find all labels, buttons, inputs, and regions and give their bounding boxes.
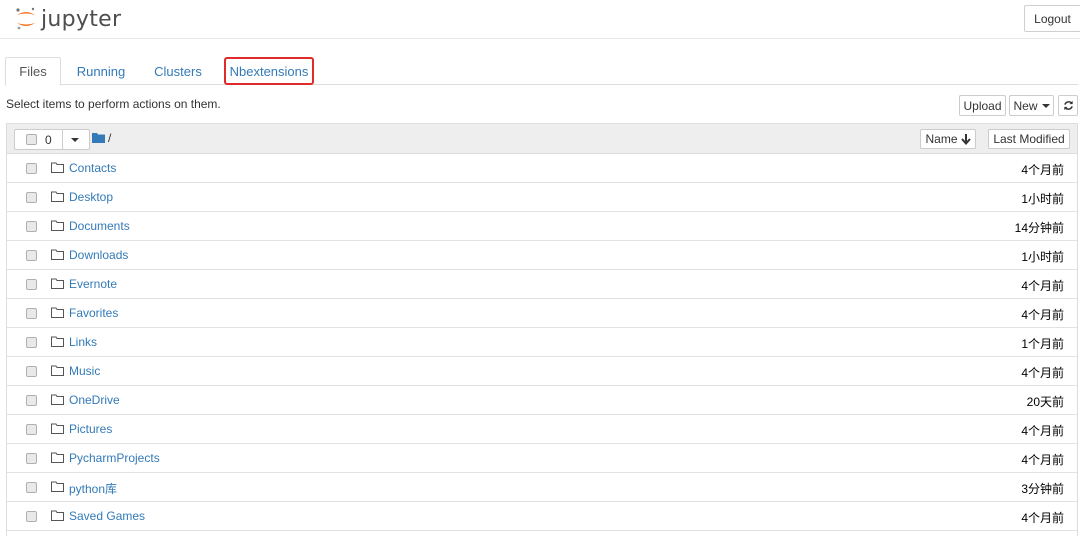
last-modified: 4个月前 [1021, 453, 1064, 467]
table-row[interactable]: Saved Games 4个月前 [7, 502, 1077, 531]
chevron-down-icon [1041, 103, 1050, 108]
file-name-link[interactable]: Favorites [69, 306, 118, 320]
row-checkbox[interactable] [26, 308, 37, 319]
last-modified: 1小时前 [1021, 192, 1064, 206]
file-name-link[interactable]: Pictures [69, 422, 112, 436]
file-name-link[interactable]: Documents [69, 219, 130, 233]
row-checkbox[interactable] [26, 163, 37, 174]
tab-bar: Files Running Clusters Nbextensions [5, 57, 1078, 86]
upload-button[interactable]: Upload [959, 95, 1006, 116]
table-row[interactable]: PycharmProjects 4个月前 [7, 444, 1077, 473]
last-modified: 4个月前 [1021, 279, 1064, 293]
file-name-link[interactable]: Contacts [69, 161, 116, 175]
table-row[interactable]: Music 4个月前 [7, 357, 1077, 386]
new-button[interactable]: New [1009, 95, 1054, 116]
file-name-link[interactable]: Evernote [69, 277, 117, 291]
refresh-icon [1063, 100, 1073, 111]
table-row[interactable]: Pictures 4个月前 [7, 415, 1077, 444]
arrow-down-icon [960, 133, 971, 145]
tab-running[interactable]: Running [69, 57, 133, 85]
select-all-dropdown[interactable]: 0 [14, 129, 90, 150]
logo-text: jupyter [41, 6, 122, 32]
last-modified: 4个月前 [1021, 511, 1064, 525]
last-modified: 4个月前 [1021, 163, 1064, 177]
row-checkbox[interactable] [26, 453, 37, 464]
jupyter-logo-icon [16, 7, 35, 30]
folder-icon [51, 336, 64, 347]
folder-icon [51, 307, 64, 318]
new-button-label: New [1013, 98, 1038, 113]
table-row[interactable]: Contacts 4个月前 [7, 154, 1077, 183]
sort-name-label: Name [925, 132, 958, 146]
table-row[interactable]: Evernote 4个月前 [7, 270, 1077, 299]
jupyter-logo[interactable]: jupyter [15, 5, 121, 33]
sort-by-name-button[interactable]: Name [920, 129, 976, 149]
row-checkbox[interactable] [26, 424, 37, 435]
chevron-down-icon[interactable] [71, 138, 79, 142]
folder-icon [51, 365, 64, 376]
file-name-link[interactable]: Music [69, 364, 100, 378]
tab-clusters[interactable]: Clusters [145, 57, 211, 85]
file-name-link[interactable]: Links [69, 335, 97, 349]
file-name-link[interactable]: Downloads [69, 248, 128, 262]
file-name-link[interactable]: Desktop [69, 190, 113, 204]
table-row[interactable]: Downloads 1小时前 [7, 241, 1077, 270]
row-checkbox[interactable] [26, 192, 37, 203]
folder-icon [51, 191, 64, 202]
last-modified: 14分钟前 [1014, 221, 1064, 235]
folder-icon [51, 423, 64, 434]
dropdown-divider [62, 130, 63, 149]
logout-button[interactable]: Logout [1024, 5, 1080, 32]
row-checkbox[interactable] [26, 279, 37, 290]
folder-icon [51, 452, 64, 463]
file-name-link[interactable]: Saved Games [69, 509, 145, 523]
last-modified: 20天前 [1026, 395, 1064, 409]
table-row[interactable]: python库 3分钟前 [7, 473, 1077, 502]
folder-icon [51, 249, 64, 260]
breadcrumb-path[interactable]: / [108, 131, 111, 145]
header: jupyter Logout [0, 0, 1080, 39]
table-row[interactable]: Desktop 1小时前 [7, 183, 1077, 212]
row-checkbox[interactable] [26, 482, 37, 493]
file-name-link[interactable]: OneDrive [69, 393, 120, 407]
select-all-checkbox[interactable] [26, 134, 37, 145]
last-modified: 4个月前 [1021, 308, 1064, 322]
file-name-link[interactable]: python库 [69, 480, 117, 497]
row-checkbox[interactable] [26, 366, 37, 377]
row-checkbox[interactable] [26, 250, 37, 261]
folder-icon[interactable] [92, 132, 105, 143]
folder-icon [51, 220, 64, 231]
row-checkbox[interactable] [26, 337, 37, 348]
table-row[interactable]: OneDrive 20天前 [7, 386, 1077, 415]
tab-nbextensions[interactable]: Nbextensions [224, 57, 314, 85]
last-modified: 3分钟前 [1021, 482, 1064, 496]
folder-icon [51, 510, 64, 521]
table-row[interactable]: Links 1个月前 [7, 328, 1077, 357]
row-checkbox[interactable] [26, 395, 37, 406]
last-modified: 4个月前 [1021, 424, 1064, 438]
folder-icon [51, 481, 64, 492]
file-name-link[interactable]: PycharmProjects [69, 451, 160, 465]
folder-icon [51, 394, 64, 405]
last-modified: 1个月前 [1021, 337, 1064, 351]
refresh-button[interactable] [1058, 95, 1078, 116]
sort-by-modified-button[interactable]: Last Modified [988, 129, 1070, 149]
table-row[interactable]: Documents 14分钟前 [7, 212, 1077, 241]
table-row[interactable]: Favorites 4个月前 [7, 299, 1077, 328]
folder-icon [51, 278, 64, 289]
row-checkbox[interactable] [26, 221, 37, 232]
file-list-header: 0 / Name Last Modified [7, 124, 1077, 154]
instructions-text: Select items to perform actions on them. [6, 97, 221, 111]
last-modified: 4个月前 [1021, 366, 1064, 380]
file-list: 0 / Name Last Modified Contacts 4个月前 Deskt… [6, 123, 1078, 536]
last-modified: 1小时前 [1021, 250, 1064, 264]
row-checkbox[interactable] [26, 511, 37, 522]
folder-icon [51, 162, 64, 173]
selected-count: 0 [45, 133, 52, 147]
tab-files[interactable]: Files [5, 57, 61, 86]
